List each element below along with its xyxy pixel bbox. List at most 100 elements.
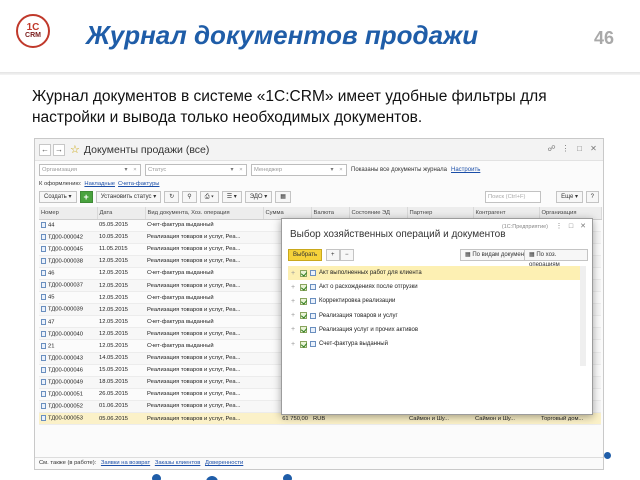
checkbox[interactable] [300, 340, 307, 348]
status-filter-placeholder: Статус [148, 167, 167, 173]
column-header[interactable]: Дата [97, 207, 146, 220]
manager-filter[interactable]: Менеджер ▾ × [251, 164, 347, 176]
document-type-icon [310, 326, 316, 333]
cell-text: ТД00-000046 [48, 367, 83, 374]
dialog-menu-icon[interactable]: ⋮ [554, 222, 564, 232]
operation-list-item[interactable]: + Акт о расхождениях после отгрузки [288, 280, 586, 294]
operation-label: Акт выполненных работ для клиента [319, 270, 422, 277]
operation-list-item[interactable]: + Реализация товаров и услуг [288, 309, 586, 323]
slide: { "slide": { "logo_text_1": "1С", "logo_… [0, 0, 640, 480]
cell-text: 12.05.2015 [99, 294, 129, 301]
search-icon[interactable]: ⚲ [182, 191, 197, 203]
toolbar: Создать ▾ + Установить статус ▾ ↻ ⚲ ⎙ ▾ … [35, 189, 603, 205]
chevron-down-icon[interactable]: ▾ [228, 165, 236, 175]
status-filter[interactable]: Статус ▾ × [145, 164, 247, 176]
clear-icon[interactable]: × [337, 165, 345, 175]
add-icon[interactable]: + [79, 191, 93, 203]
cell-text: Счет-фактура выданный [147, 318, 214, 325]
logo-text-2: CRM [25, 31, 41, 39]
cell-text: Саймон и Шу... [409, 415, 450, 422]
operation-list-item[interactable]: + Счет-фактура выданный [288, 337, 586, 351]
by-operation-button[interactable]: ▦ По хоз. операциям [524, 249, 588, 268]
operation-list-item[interactable]: + Реализация услуг и прочих активов [288, 323, 586, 337]
help-button[interactable]: ? [585, 191, 599, 203]
cell-text: 05.05.2015 [99, 222, 129, 229]
edo-button[interactable]: ЭДО ▾ [244, 191, 273, 203]
cell-text: Счет-фактура выданный [147, 222, 214, 229]
clear-icon[interactable]: × [131, 165, 139, 175]
more-button[interactable]: Еще ▾ [556, 191, 583, 203]
search-input[interactable]: Поиск (Ctrl+F) [485, 191, 541, 203]
create-button[interactable]: Создать ▾ [39, 191, 77, 203]
tax-invoices-link[interactable]: Счета-фактуры [118, 181, 159, 187]
operation-list-item[interactable]: + Акт выполненных работ для клиента [288, 266, 586, 281]
forward-arrow-icon[interactable]: → [53, 143, 65, 156]
operation-list-item[interactable]: + Корректировка реализации [288, 294, 586, 308]
expand-icon[interactable]: + [288, 284, 298, 291]
close-icon[interactable]: ✕ [588, 143, 599, 154]
checkbox[interactable] [300, 283, 307, 291]
back-arrow-icon[interactable]: ← [39, 143, 51, 156]
cell-text: ТД00-000039 [48, 306, 83, 313]
cell-text: Реализация товаров и услуг, Реа... [147, 282, 241, 289]
window-controls: ☍ ⋮ □ ✕ [546, 143, 599, 154]
remove-icon[interactable]: − [340, 249, 354, 261]
column-header[interactable]: Вид документа, Хоз. операция [145, 207, 264, 220]
expand-icon[interactable]: + [288, 270, 298, 277]
link-icon[interactable]: ☍ [546, 143, 557, 154]
checkbox[interactable] [300, 269, 307, 277]
cell-text: 05.06.2015 [99, 415, 129, 422]
related-icon[interactable]: ☰ ▾ [221, 191, 242, 203]
dialog-scrollbar[interactable] [580, 266, 586, 366]
clear-icon[interactable]: × [237, 165, 245, 175]
document-icon [41, 354, 46, 361]
cell-text: 12.05.2015 [99, 318, 129, 325]
document-icon [41, 245, 46, 252]
cell-text: ТД00-000042 [48, 234, 83, 241]
chevron-down-icon[interactable]: ▾ [122, 165, 130, 175]
table-cell: 12.05.2015 [97, 291, 145, 305]
select-button[interactable]: Выбрать [288, 249, 323, 261]
decor-dot [152, 474, 161, 480]
checkbox[interactable] [300, 312, 307, 320]
expand-icon[interactable]: + [288, 341, 298, 348]
maximize-icon[interactable]: □ [574, 143, 585, 154]
column-header[interactable]: Номер [39, 207, 98, 220]
cell-text: Счет-фактура выданный [147, 294, 214, 301]
checkbox[interactable] [300, 326, 307, 334]
cell-text: ТД00-000045 [48, 246, 83, 253]
table-cell: 45 [39, 291, 97, 305]
dialog-close-icon[interactable]: ✕ [578, 222, 588, 232]
cell-text: 14.05.2015 [99, 355, 129, 362]
return-requests-link[interactable]: Заявки на возврат [101, 460, 150, 466]
expand-icon[interactable]: + [288, 326, 298, 333]
configure-link[interactable]: Настроить [451, 167, 480, 173]
logo-1c-crm: 1С CRM [16, 14, 50, 48]
expand-icon[interactable]: + [288, 298, 298, 305]
chevron-down-icon[interactable]: ▾ [328, 165, 336, 175]
table-cell: Реализация товаров и услуг, Реа... [145, 364, 263, 377]
menu-icon[interactable]: ⋮ [560, 143, 571, 154]
expand-icon[interactable]: + [288, 312, 298, 319]
cell-text: Реализация товаров и услуг, Реа... [147, 379, 241, 386]
add-icon[interactable]: + [326, 249, 340, 261]
report-icon[interactable]: ▦ [275, 191, 291, 203]
cell-text: ТД00-000037 [48, 282, 83, 289]
table-cell: ТД00-000039 [39, 303, 97, 317]
customer-orders-link[interactable]: Заказы клиентов [155, 460, 201, 466]
cell-text: 12.05.2015 [99, 270, 129, 277]
powers-of-attorney-link[interactable]: Доверенности [205, 460, 243, 466]
cell-text: 45 [48, 294, 55, 301]
table-cell: 01.06.2015 [97, 400, 145, 414]
organization-filter[interactable]: Организация ▾ × [39, 164, 141, 176]
cell-text: Реализация товаров и услуг, Реа... [147, 355, 241, 362]
dialog-maximize-icon[interactable]: □ [566, 222, 576, 232]
set-status-button[interactable]: Установить статус ▾ [95, 191, 162, 203]
favorite-star-icon[interactable]: ☆ [70, 143, 80, 156]
invoices-link[interactable]: Накладные [84, 181, 115, 187]
table-cell: 21 [39, 339, 97, 353]
operation-selection-dialog: (1С:Предприятие) ⋮ □ ✕ Выбор хозяйственн… [281, 218, 593, 415]
checkbox[interactable] [300, 297, 307, 305]
print-icon[interactable]: ⎙ ▾ [199, 191, 219, 203]
refresh-icon[interactable]: ↻ [164, 191, 180, 203]
